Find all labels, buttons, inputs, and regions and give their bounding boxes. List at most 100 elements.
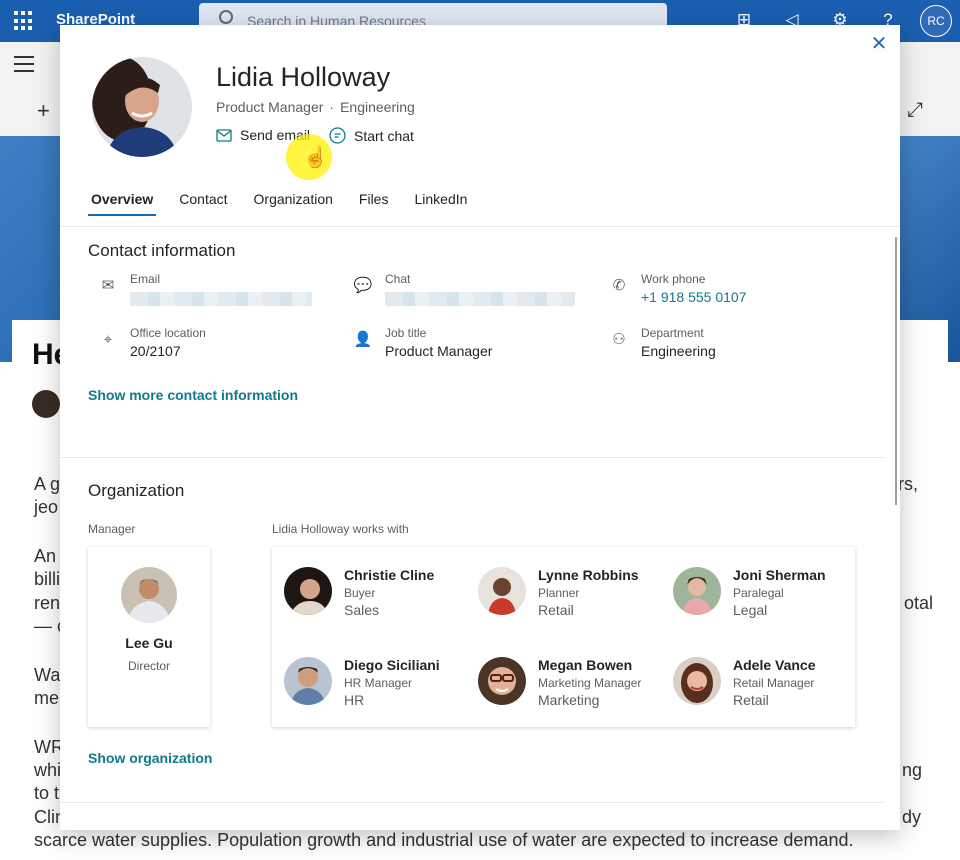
phone-value[interactable]: +1 918 555 0107 <box>641 289 747 305</box>
works-with-label: Lidia Holloway works with <box>272 522 409 536</box>
peers-card: Christie Cline Buyer Sales Lynne Robbins… <box>272 547 855 727</box>
peer-title: Buyer <box>344 586 376 600</box>
article-line: rs, <box>898 474 918 494</box>
new-icon[interactable]: + <box>37 98 50 124</box>
peer-department: Retail <box>538 602 574 618</box>
article-line: A g <box>34 474 61 494</box>
office-value: 20/2107 <box>130 343 181 359</box>
contact-heading: Contact information <box>88 241 236 260</box>
app-launcher-icon[interactable] <box>14 11 34 31</box>
peer-title: Retail Manager <box>733 676 815 690</box>
location-icon: ⌖ <box>103 331 113 348</box>
separator-dot: · <box>329 99 335 115</box>
peer-department: Marketing <box>538 692 600 708</box>
peer-item[interactable]: Diego Siciliani HR Manager HR <box>284 657 474 717</box>
email-value-redacted[interactable] <box>130 292 312 306</box>
manager-photo <box>121 567 177 623</box>
author-avatar[interactable] <box>32 390 60 418</box>
article-line: An <box>34 546 57 566</box>
manager-name: Lee Gu <box>125 635 173 651</box>
office-item: ⌖ Office location 20/2107 <box>98 326 206 359</box>
peer-title: HR Manager <box>344 676 413 690</box>
peer-title: Marketing Manager <box>538 676 642 690</box>
email-item: ✉ Email <box>98 272 312 306</box>
phone-item: ✆ Work phone +1 918 555 0107 <box>609 272 747 305</box>
chat-item: 💬 Chat <box>353 272 575 306</box>
phone-icon: ✆ <box>612 277 626 294</box>
peer-department: Sales <box>344 602 380 618</box>
avatar[interactable]: RC <box>920 5 952 37</box>
start-chat-label: Start chat <box>354 127 414 144</box>
peer-item[interactable]: Adele Vance Retail Manager Retail <box>673 657 863 717</box>
department-item: ⚇ Department Engineering <box>609 326 715 359</box>
chat-label: Chat <box>385 272 411 286</box>
peer-name: Christie Cline <box>344 567 435 583</box>
person-icon: 👤 <box>353 331 373 348</box>
phone-label: Work phone <box>641 272 706 286</box>
office-label: Office location <box>130 326 206 340</box>
peer-photo <box>478 567 526 615</box>
tab-files[interactable]: Files <box>356 191 392 221</box>
peer-photo <box>673 657 721 705</box>
tab-divider <box>60 226 900 227</box>
article-line: to t <box>34 783 60 803</box>
peer-title: Paralegal <box>733 586 784 600</box>
tab-list: Overview Contact Organization Files Link… <box>88 191 490 221</box>
article-line: dy <box>902 807 922 827</box>
organization-heading: Organization <box>88 481 185 500</box>
close-icon[interactable]: ✕ <box>870 34 888 54</box>
chat-icon <box>329 127 346 144</box>
tab-organization[interactable]: Organization <box>251 191 336 221</box>
article-line: whi <box>34 760 62 780</box>
hand-cursor-icon: ☝ <box>303 147 328 169</box>
peer-department: Retail <box>733 692 769 708</box>
peer-photo <box>284 567 332 615</box>
show-more-contact-link[interactable]: Show more contact information <box>88 387 298 403</box>
profile-photo <box>92 57 192 157</box>
peer-department: Legal <box>733 602 768 618</box>
chat-value-redacted[interactable] <box>385 292 575 306</box>
article-line: billi <box>34 569 61 589</box>
person-name: Lidia Holloway <box>216 62 391 92</box>
mail-icon: ✉ <box>101 277 115 294</box>
peer-name: Diego Siciliani <box>344 657 440 673</box>
tab-contact[interactable]: Contact <box>176 191 230 221</box>
email-label: Email <box>130 272 161 286</box>
article-line: ng <box>902 760 923 780</box>
department-label: Department <box>641 326 704 340</box>
peer-item[interactable]: Joni Sherman Paralegal Legal <box>673 567 863 627</box>
peer-item[interactable]: Lynne Robbins Planner Retail <box>478 567 668 627</box>
peer-photo <box>284 657 332 705</box>
manager-card[interactable]: Lee Gu Director <box>88 547 210 727</box>
start-chat-button[interactable]: Start chat <box>329 127 414 144</box>
tab-overview[interactable]: Overview <box>88 191 157 221</box>
peer-photo <box>673 567 721 615</box>
menu-icon[interactable] <box>14 56 34 77</box>
peer-name: Joni Sherman <box>733 567 826 583</box>
people-icon: ⚇ <box>612 331 626 348</box>
person-title: Product Manager <box>216 99 324 115</box>
section-divider <box>60 802 884 803</box>
peer-name: Adele Vance <box>733 657 816 673</box>
person-subtitle: Product Manager · Engineering <box>216 99 415 115</box>
peer-department: HR <box>344 692 365 708</box>
tab-linkedin[interactable]: LinkedIn <box>411 191 470 221</box>
search-icon <box>219 10 233 24</box>
peer-name: Megan Bowen <box>538 657 633 673</box>
profile-card: ✕ Lidia Holloway Product Manager · Enginee… <box>60 25 900 830</box>
peer-item[interactable]: Christie Cline Buyer Sales <box>284 567 474 627</box>
article-line: jeo <box>34 497 59 517</box>
peer-photo <box>478 657 526 705</box>
person-department: Engineering <box>340 99 415 115</box>
chat-icon: 💬 <box>353 277 373 294</box>
scrollbar[interactable] <box>895 237 897 505</box>
show-organization-link[interactable]: Show organization <box>88 750 212 766</box>
peer-item[interactable]: Megan Bowen Marketing Manager Marketing <box>478 657 668 717</box>
article-line: scarce water supplies. Population growth… <box>34 830 854 850</box>
section-divider <box>60 457 884 458</box>
expand-icon[interactable]: ⤢ <box>907 99 923 122</box>
jobtitle-value: Product Manager <box>385 343 493 359</box>
jobtitle-label: Job title <box>385 326 427 340</box>
peer-name: Lynne Robbins <box>538 567 639 583</box>
article-line: me <box>34 688 60 708</box>
